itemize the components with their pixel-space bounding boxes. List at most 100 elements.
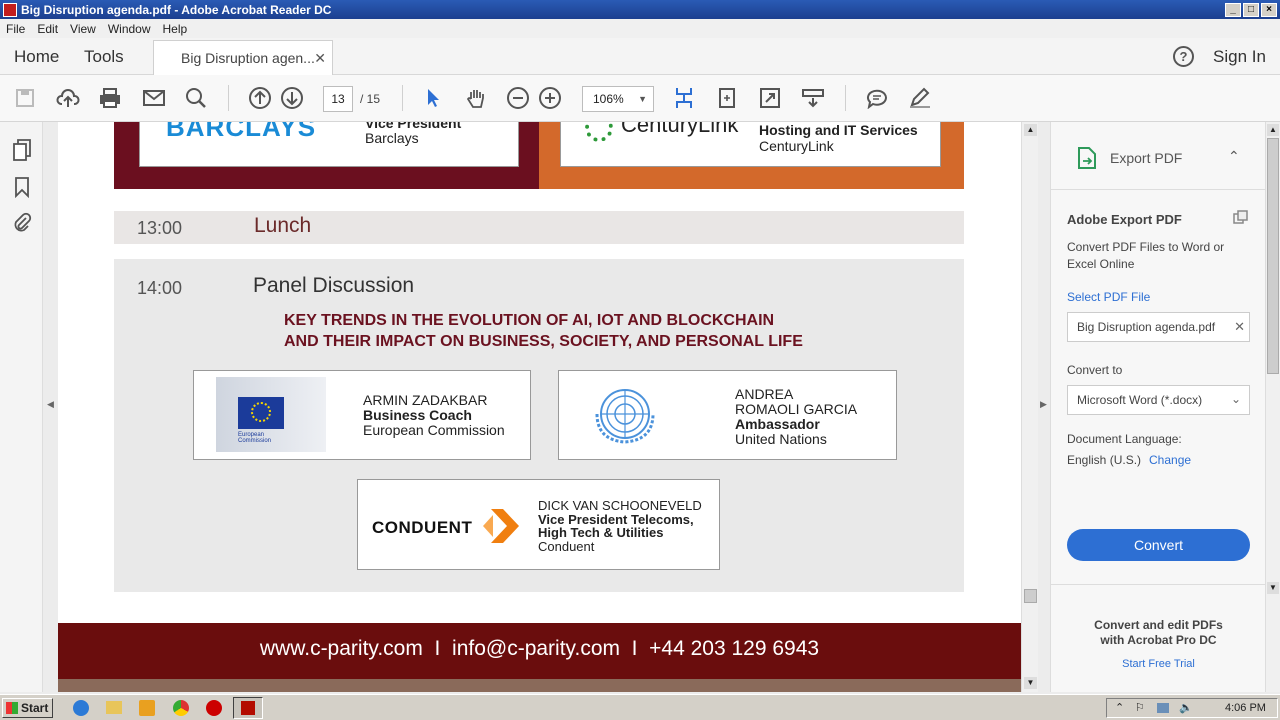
flag-icon[interactable]: ⚐	[1135, 699, 1145, 717]
right-pane-collapse[interactable]: ▶	[1038, 122, 1050, 692]
media-player-icon[interactable]	[139, 700, 155, 716]
window-title-bar: Big Disruption agenda.pdf - Adobe Acroba…	[0, 0, 1280, 19]
speaker-card-barclays: BARCLAYS Vice President Barclays	[139, 122, 519, 167]
speaker-org: European Commission	[363, 422, 505, 438]
file-explorer-icon[interactable]	[106, 701, 122, 714]
tray-expand-icon[interactable]: ⌃	[1115, 699, 1124, 717]
export-pdf-panel: Export PDF ⌃ Adobe Export PDF Convert PD…	[1050, 122, 1266, 692]
rotate-page-icon[interactable]	[714, 85, 740, 111]
attachment-icon[interactable]	[12, 210, 32, 237]
next-page-icon[interactable]	[279, 85, 305, 111]
volume-icon[interactable]: 🔈	[1179, 699, 1193, 717]
email-icon[interactable]	[141, 85, 167, 111]
menu-help[interactable]: Help	[157, 22, 194, 36]
logo-caption: European Commission	[238, 432, 272, 444]
zoom-select[interactable]: 106% ▼	[582, 86, 654, 112]
acrobat-icon	[241, 701, 255, 715]
left-pane-collapse[interactable]: ◀	[44, 122, 58, 692]
pages-thumbnail-icon[interactable]	[12, 138, 32, 165]
window-title: Big Disruption agenda.pdf - Adobe Acroba…	[21, 2, 332, 17]
hand-tool-icon[interactable]	[463, 85, 489, 111]
scroll-up-arrow[interactable]: ▲	[1267, 124, 1279, 136]
scroll-down-arrow[interactable]: ▼	[1024, 677, 1037, 689]
save-icon[interactable]	[12, 85, 38, 111]
start-free-trial-link[interactable]: Start Free Trial	[1051, 658, 1266, 670]
panel-divider	[1051, 584, 1266, 585]
full-screen-icon[interactable]	[757, 85, 783, 111]
clear-file-icon[interactable]: ✕	[1234, 313, 1245, 341]
zoom-in-icon[interactable]	[537, 85, 563, 111]
sign-in-link[interactable]: Sign In	[1213, 38, 1266, 75]
selected-file-field[interactable]: Big Disruption agenda.pdf ✕	[1067, 312, 1250, 342]
export-pdf-header[interactable]: Export PDF ⌃	[1051, 122, 1266, 190]
maximize-button[interactable]: □	[1243, 2, 1259, 17]
menu-window[interactable]: Window	[102, 22, 157, 36]
opera-icon[interactable]	[206, 700, 222, 716]
tab-document[interactable]: Big Disruption agen... ✕	[153, 40, 333, 76]
sign-pen-icon[interactable]	[907, 85, 933, 111]
network-icon[interactable]	[1157, 703, 1169, 713]
chrome-icon[interactable]	[173, 700, 189, 716]
speaker-company: Barclays	[365, 130, 419, 146]
convert-to-select[interactable]: Microsoft Word (*.docx) ⌄	[1067, 385, 1250, 415]
select-cursor-icon[interactable]	[420, 85, 446, 111]
agenda-time: 13:00	[137, 218, 183, 238]
bookmark-icon[interactable]	[14, 176, 30, 201]
speaker-card-european-commission: European Commission ARMIN ZADAKBAR Busin…	[193, 370, 531, 460]
print-icon[interactable]	[97, 85, 123, 111]
speaker-name: ANDREA	[735, 386, 794, 402]
scroll-down-arrow[interactable]: ▼	[1267, 582, 1279, 594]
tab-row: Home Tools Big Disruption agen... ✕ ? Si…	[0, 38, 1280, 76]
panel-topic: KEY TRENDS IN THE EVOLUTION OF AI, IOT A…	[284, 310, 803, 352]
agenda-time: 14:00	[137, 278, 183, 298]
select-pdf-file-link[interactable]: Select PDF File	[1067, 290, 1150, 304]
windows-flag-icon	[6, 702, 18, 714]
toolbar-separator	[228, 85, 229, 111]
previous-page-icon[interactable]	[247, 85, 273, 111]
scroll-thumb[interactable]	[1024, 589, 1037, 603]
convert-button[interactable]: Convert	[1067, 529, 1250, 561]
help-icon[interactable]: ?	[1173, 46, 1194, 67]
menu-file[interactable]: File	[0, 22, 31, 36]
chevron-up-icon[interactable]: ⌃	[1228, 148, 1240, 165]
copy-icon[interactable]	[1233, 210, 1248, 224]
windows-taskbar: Start ⌃ ⚐ 🔈 4:06 PM	[0, 694, 1280, 720]
fit-page-icon[interactable]	[671, 85, 697, 111]
scroll-thumb[interactable]	[1267, 138, 1279, 374]
centurylink-logo: CenturyLink	[621, 122, 739, 137]
document-scrollbar[interactable]: ▲ ▼	[1021, 122, 1038, 692]
speaker-role: High Tech & Utilities	[538, 525, 664, 540]
close-button[interactable]: ×	[1261, 2, 1277, 17]
document-viewer[interactable]: BARCLAYS Vice President Barclays Century…	[58, 122, 1021, 692]
internet-explorer-icon[interactable]	[73, 700, 89, 716]
page-number-input[interactable]: 13	[323, 86, 353, 112]
change-language-link[interactable]: Change	[1149, 453, 1191, 467]
search-icon[interactable]	[183, 85, 209, 111]
export-pdf-icon	[1077, 146, 1097, 173]
page-footer-band: www.c-parity.com I info@c-parity.com I +…	[58, 623, 1021, 679]
export-pdf-title: Export PDF	[1110, 150, 1183, 166]
toolbar-separator	[845, 85, 846, 111]
panel-scrollbar[interactable]: ▲ ▼	[1265, 122, 1280, 692]
menu-view[interactable]: View	[64, 22, 102, 36]
read-mode-icon[interactable]	[800, 85, 826, 111]
acrobat-taskbar-button[interactable]	[233, 697, 263, 719]
tab-tools[interactable]: Tools	[84, 38, 124, 75]
menu-edit[interactable]: Edit	[31, 22, 64, 36]
start-button[interactable]: Start	[2, 698, 53, 718]
minimize-button[interactable]: _	[1225, 2, 1241, 17]
zoom-out-icon[interactable]	[505, 85, 531, 111]
menu-bar: File Edit View Window Help	[0, 19, 1280, 38]
clock[interactable]: 4:06 PM	[1225, 699, 1266, 717]
upload-cloud-icon[interactable]	[55, 85, 81, 111]
conduent-logo-icon	[481, 507, 521, 548]
panel-discussion-section: 14:00 Panel Discussion KEY TRENDS IN THE…	[114, 259, 964, 592]
close-tab-icon[interactable]: ✕	[314, 41, 326, 75]
scroll-up-arrow[interactable]: ▲	[1024, 124, 1037, 136]
comment-icon[interactable]	[864, 85, 890, 111]
lunch-row: 13:00 Lunch	[114, 211, 964, 244]
tab-home[interactable]: Home	[14, 38, 59, 75]
chevron-down-icon: ⌄	[1230, 392, 1241, 406]
european-commission-logo: European Commission	[216, 377, 326, 452]
toolbar-separator	[402, 85, 403, 111]
